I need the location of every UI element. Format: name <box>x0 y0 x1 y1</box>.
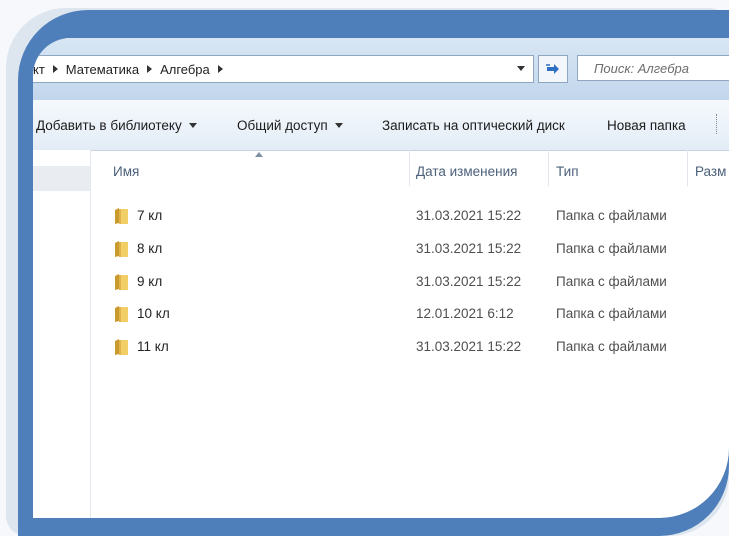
file-date: 31.03.2021 15:22 <box>416 241 522 256</box>
breadcrumb-math-label: Математика <box>65 61 140 77</box>
file-type: Папка с файлами <box>556 339 667 354</box>
chevron-down-icon <box>334 123 343 128</box>
share-button[interactable]: Общий доступ <box>237 118 343 133</box>
folder-icon <box>115 274 128 290</box>
navigation-pane[interactable] <box>33 150 91 518</box>
folder-icon <box>115 208 128 224</box>
breadcrumb-math[interactable]: Математика <box>66 62 160 77</box>
folder-icon <box>115 241 128 257</box>
address-history-dropdown-icon[interactable] <box>517 66 525 71</box>
breadcrumb-algebra-label: Алгебра <box>160 61 210 77</box>
file-row[interactable]: 8 кл 31.03.2021 15:22 Папка с файлами <box>90 234 729 264</box>
column-header-name[interactable]: Имя <box>113 164 139 192</box>
add-to-library-label: Добавить в библиотеку <box>36 118 182 133</box>
column-type-label: Тип <box>556 164 579 179</box>
toolbar-overflow-icon[interactable] <box>716 114 723 134</box>
folder-icon <box>115 306 128 322</box>
breadcrumb-separator-icon[interactable] <box>147 65 153 73</box>
column-divider[interactable] <box>409 150 410 186</box>
file-name: 8 кл <box>137 241 163 256</box>
file-type: Папка с файлами <box>556 274 667 289</box>
file-date: 31.03.2021 15:22 <box>416 208 522 223</box>
chevron-down-icon <box>188 123 197 128</box>
sort-ascending-icon <box>255 152 263 157</box>
file-type: Папка с файлами <box>556 208 667 223</box>
add-to-library-button[interactable]: Добавить в библиотеку <box>36 118 197 133</box>
column-headers: Имя Дата изменения Тип Разм <box>90 150 729 192</box>
file-date: 31.03.2021 15:22 <box>416 339 522 354</box>
file-type: Папка с файлами <box>556 306 667 321</box>
search-placeholder: Поиск: Алгебра <box>594 60 690 76</box>
new-folder-button[interactable]: Новая папка <box>607 118 686 133</box>
breadcrumb-parent[interactable]: кт <box>33 62 66 77</box>
address-bar-area: кт Математика Алгебра Поиск: Алгебра <box>33 38 729 100</box>
breadcrumb-parent-label: кт <box>33 61 45 77</box>
column-header-type[interactable]: Тип <box>556 164 579 192</box>
breadcrumb-separator-icon[interactable] <box>52 65 58 73</box>
folder-icon <box>115 339 128 355</box>
explorer-window: кт Математика Алгебра Поиск: Алгебра Доб… <box>33 38 729 518</box>
search-input[interactable]: Поиск: Алгебра <box>577 55 729 81</box>
refresh-button[interactable] <box>538 55 568 83</box>
file-date: 31.03.2021 15:22 <box>416 274 522 289</box>
share-label: Общий доступ <box>237 118 328 133</box>
file-name: 11 кл <box>137 339 169 354</box>
column-header-size[interactable]: Разм <box>695 164 726 192</box>
column-divider[interactable] <box>548 150 549 186</box>
nav-selected-item[interactable] <box>33 166 90 191</box>
burn-disc-label: Записать на оптический диск <box>382 118 565 133</box>
file-type: Папка с файлами <box>556 241 667 256</box>
file-name: 7 кл <box>137 208 163 223</box>
refresh-icon <box>546 64 559 74</box>
file-row[interactable]: 7 кл 31.03.2021 15:22 Папка с файлами <box>90 201 729 231</box>
burn-disc-button[interactable]: Записать на оптический диск <box>382 118 565 133</box>
column-divider[interactable] <box>687 150 688 186</box>
column-size-label: Разм <box>695 164 727 179</box>
column-header-date[interactable]: Дата изменения <box>416 164 517 192</box>
file-row[interactable]: 11 кл 31.03.2021 15:22 Папка с файлами <box>90 332 729 362</box>
column-date-label: Дата изменения <box>416 164 518 179</box>
breadcrumb-separator-icon[interactable] <box>217 65 223 73</box>
file-row[interactable]: 10 кл 12.01.2021 6:12 Папка с файлами <box>90 299 729 329</box>
command-toolbar: Добавить в библиотеку Общий доступ Запис… <box>33 100 729 151</box>
address-field[interactable]: кт Математика Алгебра <box>33 55 534 83</box>
file-name: 9 кл <box>137 274 163 289</box>
file-date: 12.01.2021 6:12 <box>416 306 514 321</box>
column-name-label: Имя <box>113 164 140 179</box>
file-name: 10 кл <box>137 306 170 321</box>
new-folder-label: Новая папка <box>607 118 686 133</box>
breadcrumb-algebra[interactable]: Алгебра <box>160 62 231 77</box>
file-row[interactable]: 9 кл 31.03.2021 15:22 Папка с файлами <box>90 267 729 297</box>
